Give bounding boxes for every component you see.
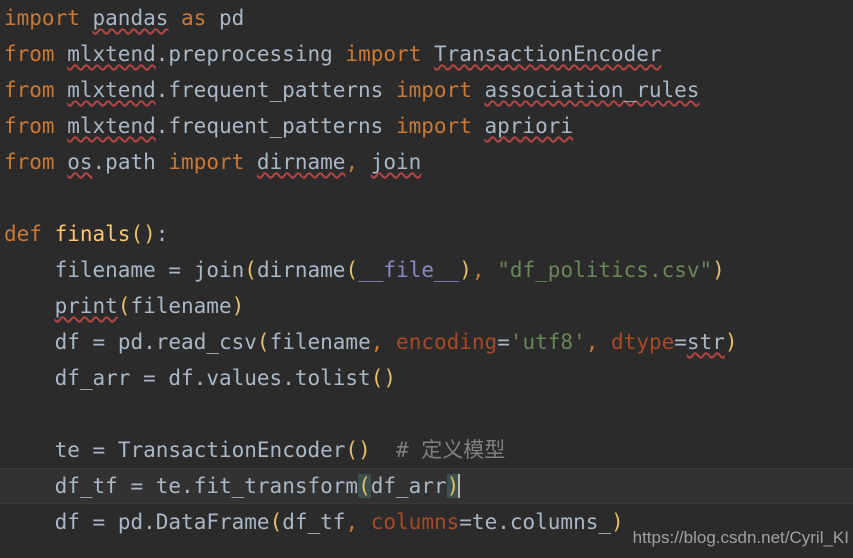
module-mlxtend-frequent-patterns: mlxtend.frequent_patterns [67, 114, 384, 138]
call-transaction-encoder: TransactionEncoder [117, 438, 346, 462]
code-line-11[interactable]: df_arr = df.values.tolist() [4, 360, 853, 396]
colon: : [155, 222, 169, 246]
matched-bracket-open: ( [358, 474, 371, 498]
paren: ( [117, 294, 131, 318]
assign-operator: = [92, 330, 106, 354]
paren: ) [611, 510, 624, 534]
name-join: join [370, 150, 422, 174]
code-line-8[interactable]: filename = join(dirname(__file__), "df_p… [4, 252, 853, 288]
code-line-6-blank[interactable] [4, 180, 853, 216]
var-df: df [54, 510, 80, 534]
call-join: join [193, 258, 245, 282]
assign-operator: = [130, 474, 144, 498]
paren: ) [724, 330, 738, 354]
paren: ( [269, 510, 283, 534]
var-df-tf: df_tf [54, 474, 118, 498]
comma: , [471, 258, 485, 282]
code-line-7[interactable]: def finals(): [4, 216, 853, 252]
arg-df-arr: df_arr [370, 474, 447, 498]
assign-operator: = [497, 330, 510, 354]
paren: () [370, 366, 396, 390]
keyword-from: from [4, 150, 55, 174]
var-df: df [54, 330, 80, 354]
comma: , [585, 330, 599, 354]
watermark-url: https://blog.csdn.net/Cyril_KI [632, 528, 849, 547]
dunder-file: __file__ [358, 258, 460, 282]
assign-operator: = [92, 510, 106, 534]
call-print: print [54, 294, 118, 318]
code-line-9[interactable]: print(filename) [4, 288, 853, 324]
var-filename: filename [54, 258, 156, 282]
paren: ) [231, 294, 245, 318]
var-filename: filename [269, 330, 371, 354]
string-csv-path: "df_politics.csv" [497, 258, 713, 282]
keyword-from: from [4, 42, 55, 66]
kwarg-encoding: encoding [396, 330, 498, 354]
keyword-from: from [4, 114, 55, 138]
code-line-14[interactable]: df_tf = te.fit_transform(df_arr) [4, 468, 853, 504]
var-filename: filename [130, 294, 232, 318]
call-fit-transform: te.fit_transform [155, 474, 359, 498]
expr-values-tolist: df.values.tolist [168, 366, 371, 390]
comma: , [345, 510, 359, 534]
code-line-13[interactable]: te = TransactionEncoder() # 定义模型 [4, 432, 853, 468]
keyword-import: import [4, 6, 80, 30]
call-dataframe: pd.DataFrame [117, 510, 270, 534]
module-mlxtend-preprocessing: mlxtend.preprocessing [67, 42, 333, 66]
paren: ) [459, 258, 472, 282]
string-utf8: 'utf8' [509, 330, 586, 354]
kwarg-dtype: dtype [611, 330, 675, 354]
keyword-import: import [395, 78, 472, 102]
assign-operator: = [674, 330, 687, 354]
paren: ( [256, 330, 270, 354]
assign-operator: = [459, 510, 472, 534]
comment-define-model: # 定义模型 [396, 438, 506, 462]
alias-pd: pd [218, 6, 245, 30]
var-df-arr: df_arr [54, 366, 131, 390]
kwarg-columns: columns [370, 510, 460, 534]
keyword-from: from [4, 78, 55, 102]
code-line-2[interactable]: from mlxtend.preprocessing import Transa… [4, 36, 853, 72]
comma: , [370, 330, 384, 354]
code-editor[interactable]: import pandas as pd from mlxtend.preproc… [0, 0, 853, 558]
name-association-rules: association_rules [484, 78, 700, 102]
keyword-import: import [395, 114, 472, 138]
function-name-finals: finals [54, 222, 131, 246]
keyword-import: import [168, 150, 245, 174]
paren: () [345, 438, 371, 462]
code-line-1[interactable]: import pandas as pd [4, 0, 853, 36]
text-caret [458, 474, 461, 498]
keyword-import: import [345, 42, 422, 66]
assign-operator: = [143, 366, 156, 390]
code-line-10[interactable]: df = pd.read_csv(filename, encoding='utf… [4, 324, 853, 360]
name-dirname: dirname [256, 150, 346, 174]
paren: ( [244, 258, 257, 282]
attr-te-columns: te.columns_ [471, 510, 611, 534]
type-str: str [686, 330, 725, 354]
module-mlxtend-frequent-patterns: mlxtend.frequent_patterns [67, 78, 384, 102]
paren: () [130, 222, 156, 246]
arg-df-tf: df_tf [282, 510, 346, 534]
name-apriori: apriori [484, 114, 574, 138]
name-transaction-encoder: TransactionEncoder [433, 42, 662, 66]
call-read-csv: pd.read_csv [117, 330, 257, 354]
assign-operator: = [92, 438, 106, 462]
keyword-def: def [4, 222, 42, 246]
comma: , [345, 150, 359, 174]
assign-operator: = [168, 258, 182, 282]
keyword-as: as [181, 6, 207, 30]
module-os-path: os.path [67, 150, 156, 174]
code-line-12-blank[interactable] [4, 396, 853, 432]
code-line-3[interactable]: from mlxtend.frequent_patterns import as… [4, 72, 853, 108]
module-pandas: pandas [92, 6, 169, 30]
call-dirname: dirname [256, 258, 346, 282]
code-line-4[interactable]: from mlxtend.frequent_patterns import ap… [4, 108, 853, 144]
var-te: te [54, 438, 80, 462]
paren: ) [712, 258, 725, 282]
paren: ( [345, 258, 359, 282]
code-line-5[interactable]: from os.path import dirname, join [4, 144, 853, 180]
